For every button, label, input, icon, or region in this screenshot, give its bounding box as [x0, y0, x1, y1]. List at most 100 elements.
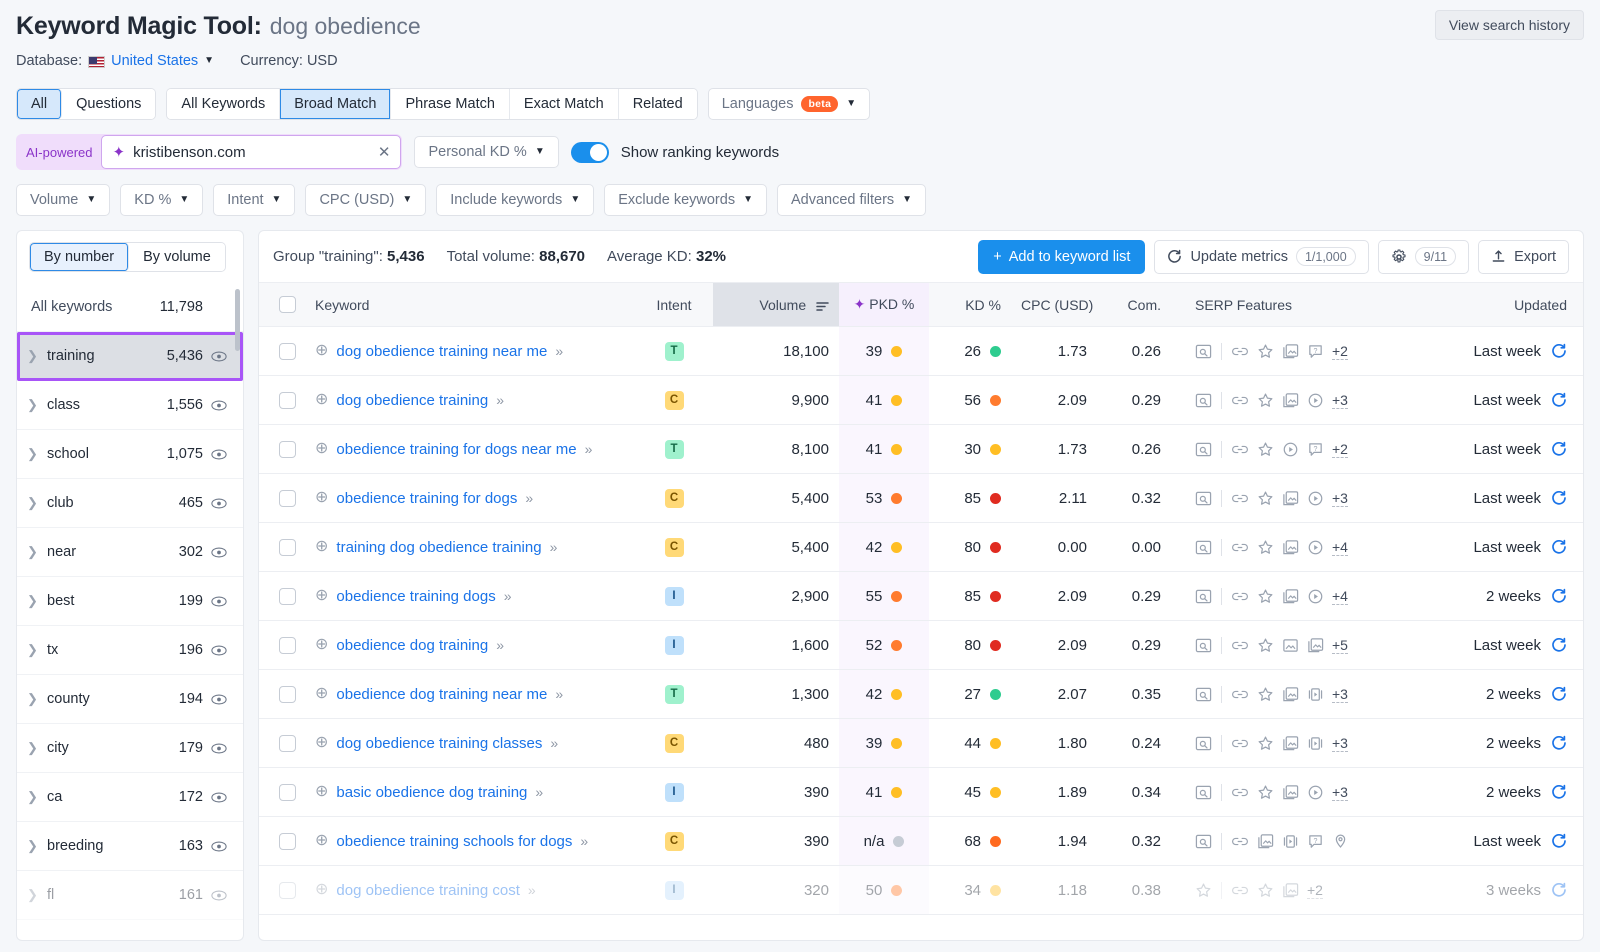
table-row[interactable]: ⊕ obedience training for dogs near me » … [259, 425, 1583, 474]
serp-more-count[interactable]: +2 [1332, 343, 1348, 360]
open-keyword-overview-icon[interactable]: » [525, 490, 531, 506]
update-metrics-button[interactable]: Update metrics 1/1,000 [1154, 240, 1368, 274]
image-icon[interactable] [1282, 686, 1299, 703]
serp-preview-icon[interactable] [1195, 735, 1212, 752]
serp-more-count[interactable]: +3 [1332, 490, 1348, 507]
serp-preview-icon[interactable] [1195, 784, 1212, 801]
open-keyword-overview-icon[interactable]: » [528, 882, 534, 898]
sidebar-item-best[interactable]: ❯ best 199 [17, 577, 243, 626]
add-keyword-icon[interactable]: ⊕ [315, 490, 328, 506]
sidebar-item-training[interactable]: ❯ training 5,436 [17, 332, 243, 381]
keyword-link[interactable]: obedience dog training [336, 637, 488, 654]
eye-icon[interactable] [211, 351, 231, 362]
database-value[interactable]: United States [111, 53, 198, 69]
serp-more-count[interactable]: +2 [1307, 882, 1323, 899]
keyword-link[interactable]: training dog obedience training [336, 539, 541, 556]
table-row[interactable]: ⊕ dog obedience training » C 9,900 41 56… [259, 376, 1583, 425]
filter-intent[interactable]: Intent ▼ [213, 184, 295, 216]
sidebar-item-tx[interactable]: ❯ tx 196 [17, 626, 243, 675]
star-icon[interactable] [1257, 686, 1274, 703]
tab-match-3[interactable]: Exact Match [510, 89, 619, 119]
database-selector[interactable]: Database: United States ▼ [16, 53, 214, 69]
video-icon[interactable] [1307, 784, 1324, 801]
eye-icon[interactable] [211, 841, 231, 852]
image-icon[interactable] [1282, 343, 1299, 360]
serp-more-count[interactable]: +3 [1332, 784, 1348, 801]
add-keyword-icon[interactable]: ⊕ [315, 784, 328, 800]
eye-icon[interactable] [211, 743, 231, 754]
eye-icon[interactable] [211, 645, 231, 656]
serp-more-count[interactable]: +5 [1332, 637, 1348, 654]
tab-match-1[interactable]: Broad Match [280, 89, 391, 119]
sidebar-item-county[interactable]: ❯ county 194 [17, 675, 243, 724]
table-row[interactable]: ⊕ dog obedience training cost » I 320 50… [259, 866, 1583, 915]
languages-dropdown[interactable]: Languages beta ▼ [708, 88, 870, 120]
carousel-icon[interactable] [1282, 833, 1299, 850]
video-icon[interactable] [1282, 441, 1299, 458]
column-header-com[interactable]: Com. [1097, 283, 1171, 327]
image-icon[interactable] [1282, 539, 1299, 556]
refresh-icon[interactable] [1551, 686, 1567, 702]
keyword-link[interactable]: obedience training dogs [336, 588, 495, 605]
table-row[interactable]: ⊕ basic obedience dog training » I 390 4… [259, 768, 1583, 817]
image-icon[interactable] [1282, 588, 1299, 605]
eye-icon[interactable] [211, 792, 231, 803]
match-type-tabs[interactable]: All KeywordsBroad MatchPhrase MatchExact… [166, 88, 697, 120]
add-to-keyword-list-button[interactable]: + Add to keyword list [978, 240, 1145, 274]
question-icon[interactable]: ? [1307, 833, 1324, 850]
serp-more-count[interactable]: +4 [1332, 539, 1348, 556]
star-icon[interactable] [1257, 392, 1274, 409]
clear-icon[interactable]: ✕ [378, 143, 391, 161]
image-icon[interactable] [1282, 392, 1299, 409]
eye-icon[interactable] [211, 400, 231, 411]
image-icon[interactable] [1307, 637, 1324, 654]
serp-more-count[interactable]: +3 [1332, 392, 1348, 409]
refresh-icon[interactable] [1551, 735, 1567, 751]
intent-badge[interactable]: T [665, 440, 684, 459]
link-icon[interactable] [1231, 588, 1249, 605]
image-icon[interactable] [1257, 833, 1274, 850]
add-keyword-icon[interactable]: ⊕ [315, 833, 328, 849]
filter-volume[interactable]: Volume ▼ [16, 184, 110, 216]
filter-kd[interactable]: KD % ▼ [120, 184, 203, 216]
add-keyword-icon[interactable]: ⊕ [315, 637, 328, 653]
refresh-icon[interactable] [1551, 490, 1567, 506]
serp-more-count[interactable]: +3 [1332, 735, 1348, 752]
star-icon[interactable] [1257, 490, 1274, 507]
sidebar-item-near[interactable]: ❯ near 302 [17, 528, 243, 577]
eye-icon[interactable] [211, 694, 231, 705]
select-all-checkbox[interactable] [279, 296, 296, 313]
export-button[interactable]: Export [1478, 240, 1569, 274]
link-icon[interactable] [1231, 833, 1249, 850]
open-keyword-overview-icon[interactable]: » [550, 539, 556, 555]
star-icon[interactable] [1195, 882, 1212, 899]
row-checkbox[interactable] [279, 588, 296, 605]
image-icon[interactable] [1282, 784, 1299, 801]
intent-badge[interactable]: I [665, 587, 684, 606]
refresh-icon[interactable] [1551, 588, 1567, 604]
video-icon[interactable] [1307, 539, 1324, 556]
sidebar-sort-tabs[interactable]: By numberBy volume [29, 242, 226, 272]
link-icon[interactable] [1231, 882, 1249, 899]
sidebar-item-fl[interactable]: ❯ fl 161 [17, 871, 243, 920]
row-checkbox[interactable] [279, 735, 296, 752]
tab-match-0[interactable]: All Keywords [167, 89, 280, 119]
eye-icon[interactable] [211, 547, 231, 558]
tab-1[interactable]: Questions [62, 89, 155, 119]
filter-exclude-keywords[interactable]: Exclude keywords ▼ [604, 184, 767, 216]
add-keyword-icon[interactable]: ⊕ [315, 588, 328, 604]
keyword-link[interactable]: dog obedience training cost [336, 882, 519, 899]
intent-badge[interactable]: C [665, 391, 684, 410]
open-keyword-overview-icon[interactable]: » [555, 686, 561, 702]
intent-badge[interactable]: T [665, 685, 684, 704]
add-keyword-icon[interactable]: ⊕ [315, 539, 328, 555]
keyword-link[interactable]: basic obedience dog training [336, 784, 527, 801]
tab-match-4[interactable]: Related [619, 89, 697, 119]
column-header-keyword[interactable]: Keyword [305, 283, 635, 327]
keyword-link[interactable]: dog obedience training near me [336, 343, 547, 360]
refresh-icon[interactable] [1551, 784, 1567, 800]
video-icon[interactable] [1307, 392, 1324, 409]
serp-more-count[interactable]: +2 [1332, 441, 1348, 458]
filter-include-keywords[interactable]: Include keywords ▼ [436, 184, 594, 216]
keyword-link[interactable]: obedience dog training near me [336, 686, 547, 703]
